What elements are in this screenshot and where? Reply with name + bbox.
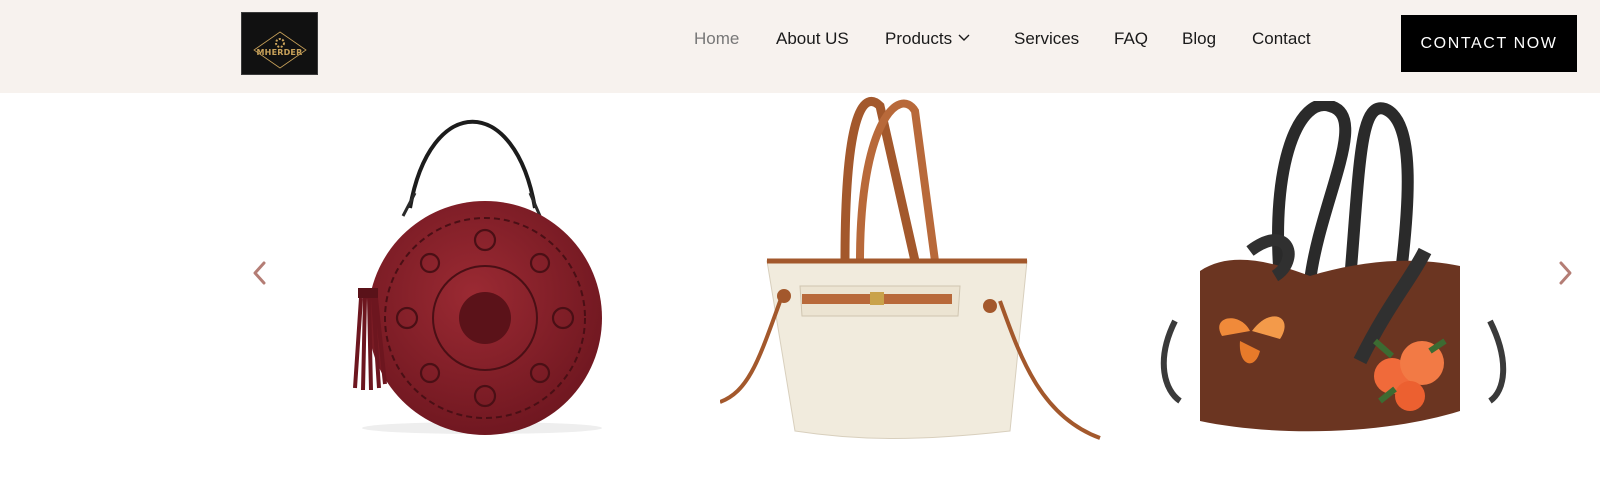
nav-blog[interactable]: Blog — [1182, 28, 1216, 50]
nav-products-label: Products — [885, 29, 953, 48]
cream-tote-image — [719, 97, 1101, 440]
product-carousel — [0, 93, 1600, 484]
product-slide[interactable] — [719, 96, 1120, 451]
chevron-left-icon — [253, 261, 266, 285]
painted-brown-bag-image — [1160, 99, 1507, 432]
brand-logo[interactable]: MHERDER — [241, 12, 318, 75]
nav-about-us[interactable]: About US — [776, 28, 849, 50]
nav-products[interactable]: Products — [885, 28, 970, 50]
site-header: MHERDER Home About US Products Services … — [0, 0, 1600, 93]
nav-contact[interactable]: Contact — [1252, 28, 1311, 50]
nav-home[interactable]: Home — [694, 28, 739, 50]
round-bag-image — [353, 119, 602, 435]
logo-text: MHERDER — [256, 48, 303, 57]
carousel-next-button[interactable] — [1553, 258, 1577, 288]
chevron-down-icon — [958, 34, 970, 42]
contact-now-button[interactable]: CONTACT NOW — [1401, 15, 1577, 72]
carousel-prev-button[interactable] — [248, 258, 272, 288]
nav-faq[interactable]: FAQ — [1114, 28, 1148, 50]
chevron-right-icon — [1559, 261, 1572, 285]
product-slide[interactable] — [1160, 99, 1520, 446]
nav-services[interactable]: Services — [1014, 28, 1079, 50]
product-slide[interactable] — [345, 98, 615, 443]
